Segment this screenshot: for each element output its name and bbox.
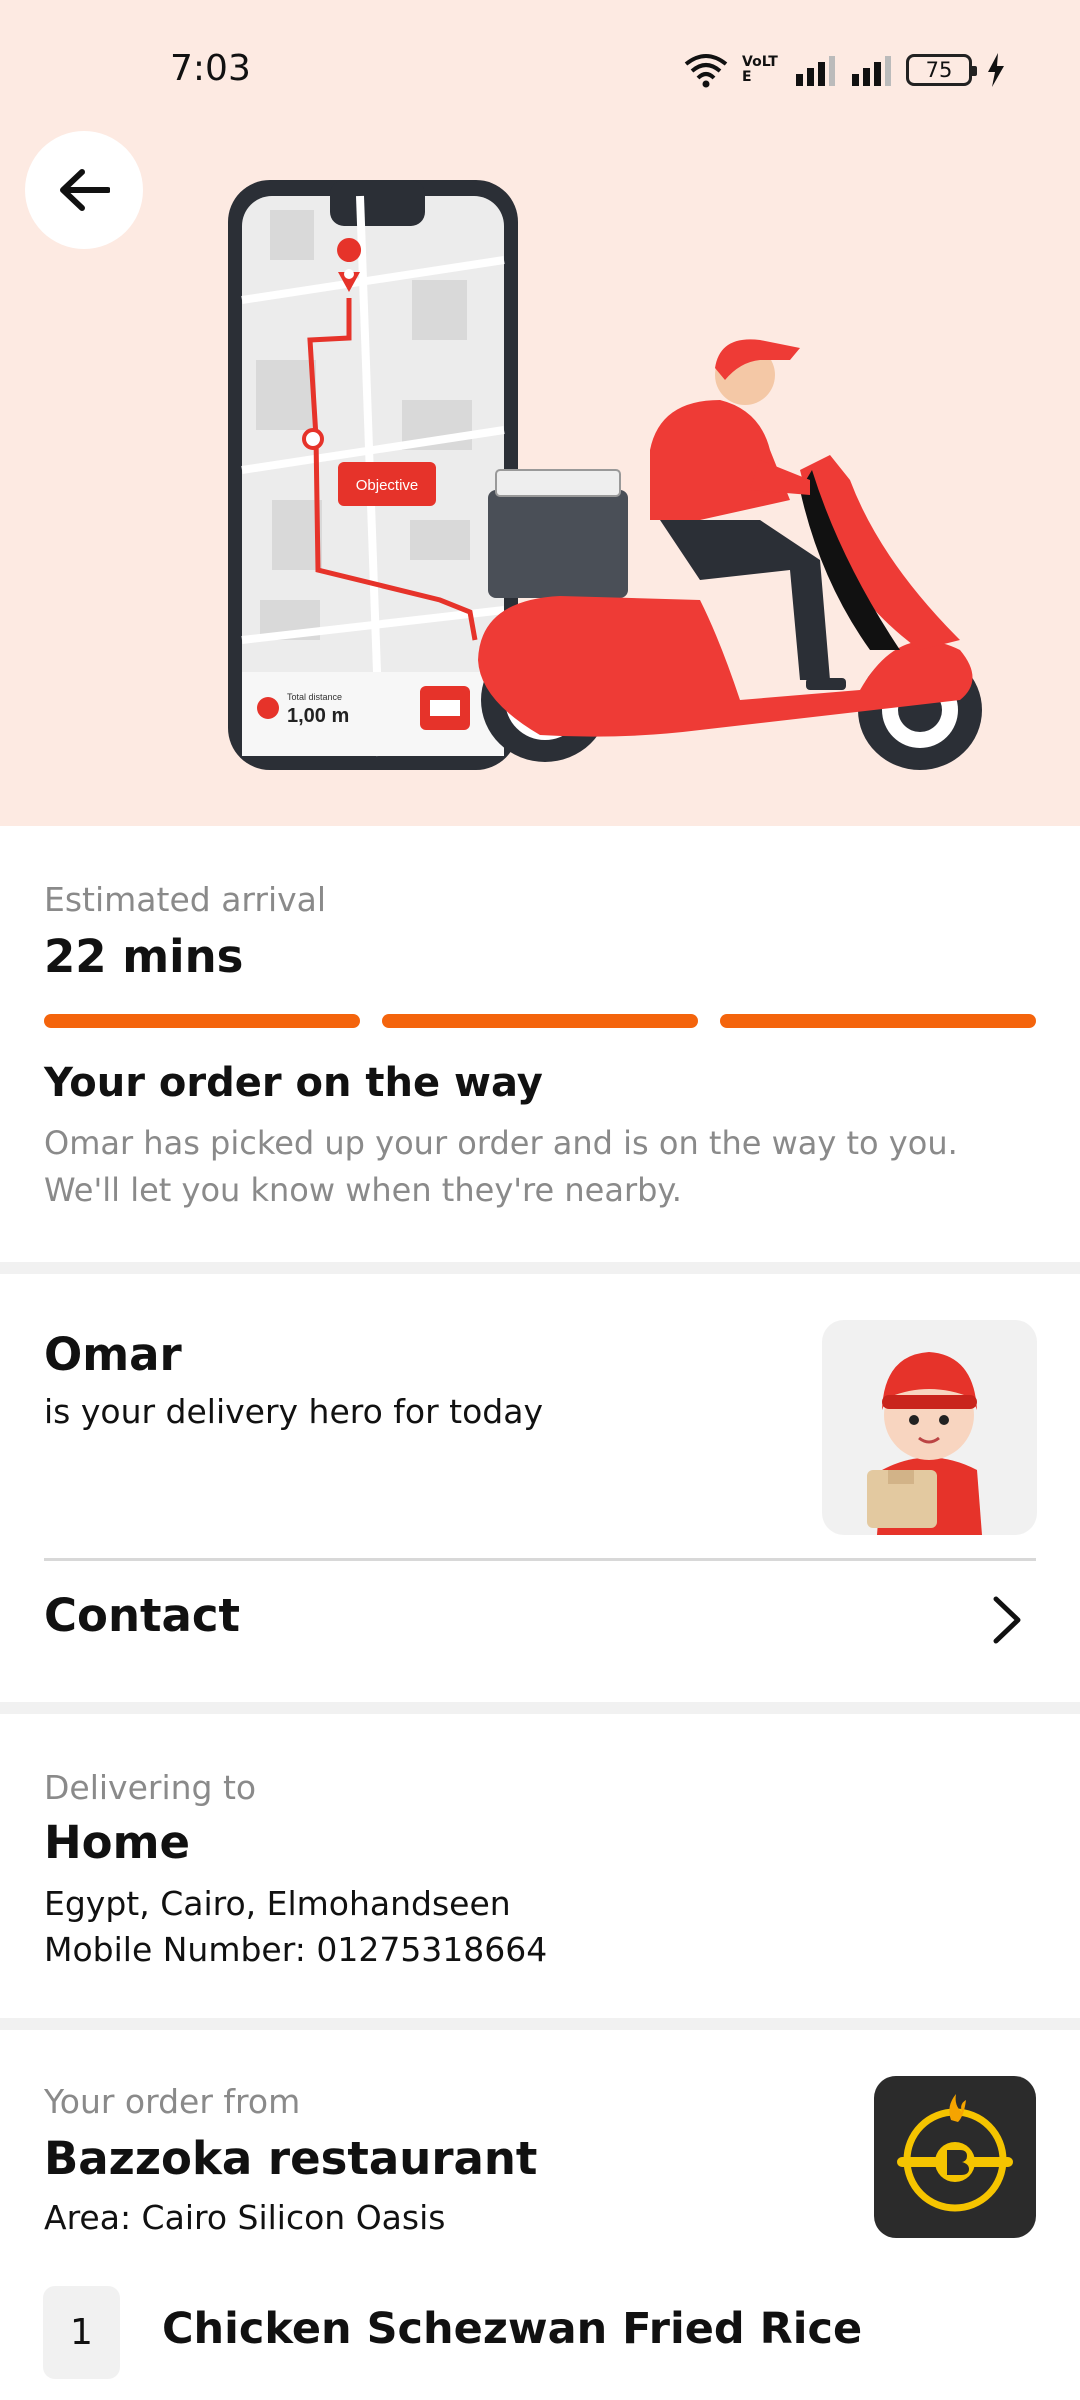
delivery-place: Home — [44, 1816, 190, 1869]
restaurant-area: Area: Cairo Silicon Oasis — [44, 2198, 446, 2237]
distance-caption: Total distance — [287, 692, 342, 702]
contact-label: Contact — [44, 1589, 241, 1642]
progress-step-2 — [382, 1014, 698, 1028]
courier-avatar — [822, 1320, 1037, 1535]
section-divider — [0, 2018, 1080, 2030]
chevron-right-icon — [993, 1596, 1021, 1644]
order-from-label: Your order from — [44, 2082, 301, 2121]
distance-value: 1,00 m — [287, 705, 349, 727]
courier-subtitle: is your delivery hero for today — [44, 1392, 543, 1431]
progress-step-1 — [44, 1014, 360, 1028]
objective-label: Objective — [356, 477, 419, 494]
delivery-label: Delivering to — [44, 1768, 257, 1807]
volte-icon: VoLTE — [742, 54, 778, 85]
section-divider — [0, 1702, 1080, 1714]
arrival-label: Estimated arrival — [44, 880, 327, 919]
delivery-hero-avatar-icon — [867, 1352, 982, 1535]
bazzoka-logo-icon — [897, 2094, 1013, 2212]
signal-icon-2 — [852, 56, 891, 86]
order-status-line-1: Omar has picked up your order and is on … — [44, 1124, 958, 1162]
progress-step-3 — [720, 1014, 1036, 1028]
status-bar: 7:03 VoLTE 75 — [0, 0, 1080, 140]
signal-icon — [796, 56, 835, 86]
restaurant-name: Bazzoka restaurant — [44, 2132, 538, 2185]
delivery-address: Egypt, Cairo, Elmohandseen — [44, 1884, 511, 1923]
order-status-line-2: We'll let you know when they're nearby. — [44, 1171, 682, 1209]
charging-icon — [988, 53, 1004, 87]
contact-divider — [44, 1558, 1036, 1561]
item-quantity: 1 — [43, 2286, 120, 2379]
restaurant-logo — [874, 2076, 1036, 2238]
arrival-time: 22 mins — [44, 930, 244, 983]
courier-name: Omar — [44, 1328, 182, 1381]
delivery-illustration: Objective Total distance 1,00 m — [228, 180, 982, 770]
section-divider — [0, 1262, 1080, 1274]
delivery-phone: Mobile Number: 01275318664 — [44, 1930, 548, 1969]
wifi-icon — [684, 54, 728, 88]
order-progress-bar — [44, 1014, 1036, 1028]
item-name: Chicken Schezwan Fried Rice — [162, 2304, 863, 2354]
contact-button[interactable]: Contact — [0, 1565, 1080, 1670]
status-time: 7:03 — [170, 48, 251, 89]
battery-icon: 75 — [906, 54, 977, 86]
order-status-title: Your order on the way — [44, 1060, 543, 1106]
hero-banner: 7:03 VoLTE 75 Objective Total distance 1… — [0, 0, 1080, 826]
status-icons: VoLTE 75 — [684, 48, 1006, 92]
